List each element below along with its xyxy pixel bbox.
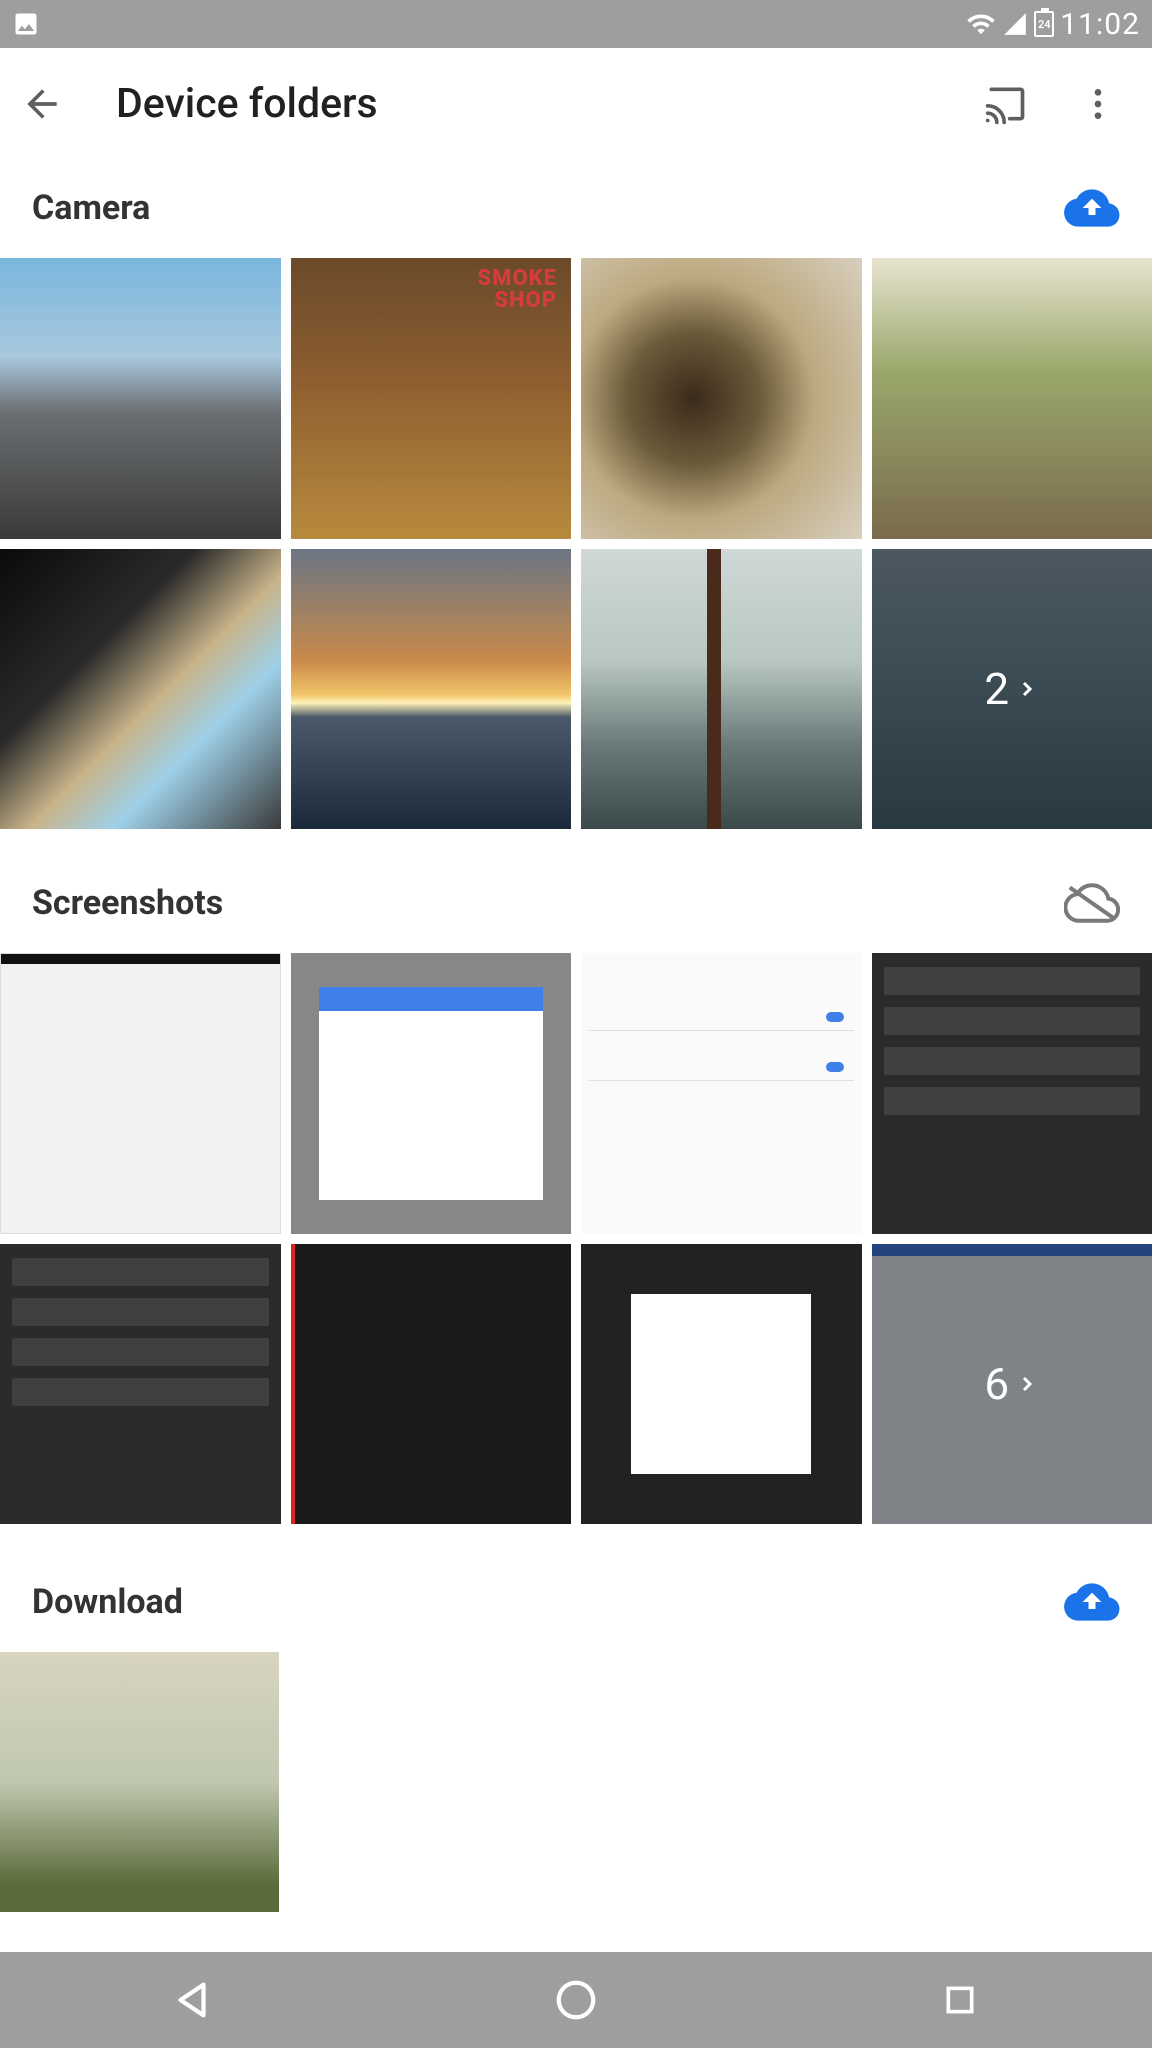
- screenshot-thumbnail[interactable]: [291, 1244, 572, 1525]
- screenshot-thumbnail[interactable]: [872, 953, 1152, 1234]
- photo-thumbnail[interactable]: [0, 549, 281, 830]
- screenshots-grid: 6: [0, 953, 1152, 1538]
- backup-off-icon[interactable]: [1064, 883, 1120, 923]
- wifi-icon: [966, 9, 996, 39]
- nav-recents-button[interactable]: [932, 1972, 988, 2028]
- status-bar: 24 11:02: [0, 0, 1152, 48]
- navigation-bar: [0, 1952, 1152, 2048]
- overflow-menu-button[interactable]: [1074, 80, 1122, 128]
- more-count: 6: [984, 1358, 1009, 1410]
- section-header-download[interactable]: Download: [0, 1538, 1152, 1652]
- section-title: Download: [32, 1582, 183, 1622]
- backup-on-icon[interactable]: [1064, 188, 1120, 228]
- screenshot-thumbnail[interactable]: [0, 953, 281, 1234]
- photo-thumbnail[interactable]: [291, 258, 572, 539]
- section-header-camera[interactable]: Camera: [0, 160, 1152, 258]
- screenshot-thumbnail-more[interactable]: 6: [872, 1244, 1152, 1525]
- section-title: Screenshots: [32, 883, 223, 923]
- section-title: Camera: [32, 188, 150, 228]
- battery-level-text: 24: [1038, 18, 1051, 31]
- image-notification-icon: [12, 10, 40, 38]
- status-time: 11:02: [1060, 7, 1140, 42]
- photo-thumbnail[interactable]: [872, 258, 1152, 539]
- photo-thumbnail[interactable]: [291, 549, 572, 830]
- screenshot-thumbnail[interactable]: [0, 1244, 281, 1525]
- photo-thumbnail[interactable]: [581, 258, 862, 539]
- screenshot-thumbnail[interactable]: [581, 953, 862, 1234]
- more-count: 2: [984, 663, 1009, 715]
- nav-back-button[interactable]: [164, 1972, 220, 2028]
- app-bar: Device folders: [0, 48, 1152, 160]
- photo-thumbnail-more[interactable]: 2: [872, 549, 1152, 830]
- nav-home-button[interactable]: [548, 1972, 604, 2028]
- screenshot-thumbnail[interactable]: [581, 1244, 862, 1525]
- download-grid: [0, 1652, 1152, 1772]
- screenshot-thumbnail[interactable]: [291, 953, 572, 1234]
- photo-thumbnail[interactable]: [581, 549, 862, 830]
- cell-signal-icon: [1002, 11, 1028, 37]
- photo-thumbnail[interactable]: [0, 1652, 279, 1912]
- battery-icon: 24: [1034, 11, 1054, 37]
- cast-button[interactable]: [982, 80, 1030, 128]
- back-button[interactable]: [18, 80, 66, 128]
- section-header-screenshots[interactable]: Screenshots: [0, 843, 1152, 953]
- page-title: Device folders: [116, 80, 982, 128]
- backup-on-icon[interactable]: [1064, 1582, 1120, 1622]
- camera-grid: 2: [0, 258, 1152, 843]
- photo-thumbnail[interactable]: [0, 258, 281, 539]
